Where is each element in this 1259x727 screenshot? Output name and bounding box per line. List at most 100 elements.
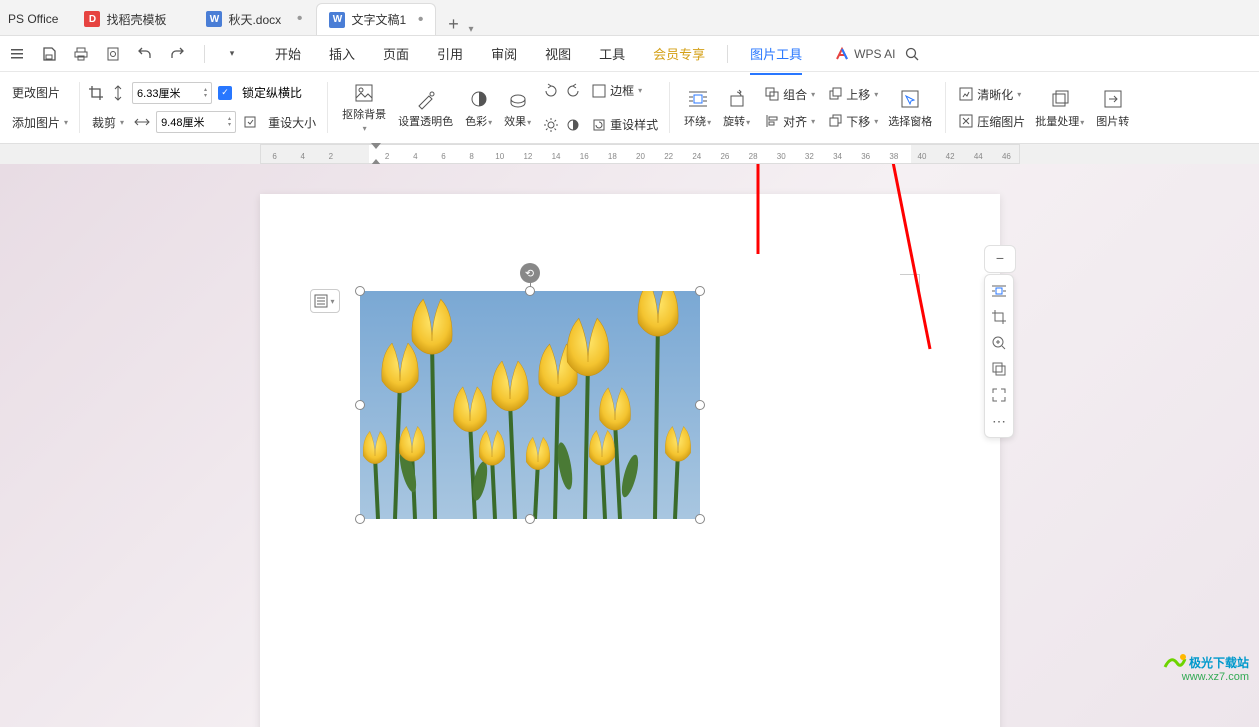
rotate-icon <box>725 87 749 111</box>
effect-icon <box>506 87 530 111</box>
send-backward-button[interactable]: 下移▾ <box>823 111 882 132</box>
set-transparent-button[interactable]: 设置透明色 <box>392 79 459 137</box>
convert-button[interactable]: 图片转 <box>1090 79 1135 137</box>
watermark-text2: www.xz7.com <box>1163 671 1249 683</box>
separator <box>727 45 728 63</box>
horizontal-ruler[interactable]: 6422468101214161820222426283032343638404… <box>260 144 1020 164</box>
change-picture-button[interactable]: 更改图片 <box>8 82 64 103</box>
redo-icon[interactable] <box>168 45 186 63</box>
crop-icon[interactable] <box>88 85 104 101</box>
word-icon: W <box>206 11 222 27</box>
crop-button[interactable]: 裁剪▾ <box>88 112 128 133</box>
border-button[interactable]: 边框▾ <box>587 80 646 101</box>
resize-handle-mr[interactable] <box>695 400 705 410</box>
rotate-left-icon[interactable] <box>543 83 559 99</box>
undo-icon[interactable] <box>136 45 154 63</box>
bring-forward-button[interactable]: 上移▾ <box>823 84 882 105</box>
float-wrap-icon[interactable] <box>987 279 1011 303</box>
ruler-tick: 38 <box>889 152 898 161</box>
tab-bar: PS Office D 找稻壳模板 W 秋天.docx • W 文字文稿1 • … <box>0 0 1259 36</box>
group-button[interactable]: 组合▾ <box>760 84 819 105</box>
resize-handle-tm[interactable] <box>525 286 535 296</box>
resize-handle-bm[interactable] <box>525 514 535 524</box>
menu-view[interactable]: 视图 <box>531 40 585 67</box>
float-zoom-in-icon[interactable] <box>987 331 1011 355</box>
menu-start[interactable]: 开始 <box>261 40 315 67</box>
menu-tools[interactable]: 工具 <box>585 40 639 67</box>
daoke-icon: D <box>84 11 100 27</box>
rotate-handle[interactable]: ⟲ <box>520 263 540 283</box>
tab-templates[interactable]: D 找稻壳模板 <box>72 3 192 35</box>
rotate-right-icon[interactable] <box>565 83 581 99</box>
batch-button[interactable]: 批量处理▾ <box>1029 79 1090 137</box>
reset-style-button[interactable]: 重设样式 <box>587 114 662 135</box>
menu-review[interactable]: 审阅 <box>477 40 531 67</box>
tab-app[interactable]: PS Office <box>0 3 70 35</box>
menu-icon[interactable] <box>8 45 26 63</box>
align-button[interactable]: 对齐▾ <box>760 111 819 132</box>
compress-button[interactable]: 压缩图片 <box>954 111 1029 132</box>
tab-modified-dot: • <box>418 16 424 24</box>
resize-handle-tr[interactable] <box>695 286 705 296</box>
ruler-tick: 36 <box>861 152 870 161</box>
rotate-button[interactable]: 旋转▾ <box>717 79 756 137</box>
float-more-icon[interactable]: ⋯ <box>987 409 1011 433</box>
resize-handle-bl[interactable] <box>355 514 365 524</box>
wrap-button[interactable]: 环绕▾ <box>678 79 717 137</box>
resize-handle-br[interactable] <box>695 514 705 524</box>
ai-icon <box>834 46 850 62</box>
layout-options-button[interactable]: ▾ <box>310 289 340 313</box>
float-crop-icon[interactable] <box>987 305 1011 329</box>
page[interactable]: ▾ <box>260 194 1000 727</box>
lock-ratio-checkbox[interactable]: ✓ <box>218 86 232 100</box>
ruler-tick: 24 <box>692 152 701 161</box>
tab-doc2[interactable]: W 文字文稿1 • <box>316 3 436 35</box>
width-input[interactable]: 9.48厘米▴▾ <box>156 111 236 133</box>
menu-vip[interactable]: 会员专享 <box>639 40 719 67</box>
resize-handle-tl[interactable] <box>355 286 365 296</box>
menu-reference[interactable]: 引用 <box>423 40 477 67</box>
float-fullscreen-icon[interactable] <box>987 383 1011 407</box>
height-input[interactable]: 6.33厘米▴▾ <box>132 82 212 104</box>
batch-icon <box>1048 87 1072 111</box>
tab-doc1[interactable]: W 秋天.docx • <box>194 3 314 35</box>
menu-insert[interactable]: 插入 <box>315 40 369 67</box>
color-button[interactable]: 色彩▾ <box>459 79 498 137</box>
qat-dropdown-icon[interactable]: ▾ <box>223 45 241 63</box>
new-tab-button[interactable]: + <box>438 14 468 35</box>
document-area: ▾ <box>0 164 1259 727</box>
selection-pane-button[interactable]: 选择窗格 <box>882 79 938 137</box>
group-size: 6.33厘米▴▾ ✓ 锁定纵横比 裁剪▾ 9.48厘米▴▾ 重设大小 <box>80 72 328 143</box>
ruler-tick: 42 <box>946 152 955 161</box>
save-icon[interactable] <box>40 45 58 63</box>
clarity-button[interactable]: 清晰化▾ <box>954 84 1029 105</box>
new-tab-dropdown[interactable]: ▾ <box>468 24 488 35</box>
remove-bg-button[interactable]: 抠除背景▾ <box>336 79 392 137</box>
effect-button[interactable]: 效果▾ <box>498 79 537 137</box>
group-arrange: 环绕▾ 旋转▾ 组合▾ 对齐▾ 上移▾ 下移▾ 选择窗格 <box>670 72 946 143</box>
float-replace-icon[interactable] <box>987 357 1011 381</box>
watermark-logo-icon <box>1163 653 1187 671</box>
ruler-tick: 2 <box>385 152 389 161</box>
indent-top-marker[interactable] <box>371 143 381 149</box>
brightness-icon[interactable] <box>543 117 559 133</box>
menu-picture-tools[interactable]: 图片工具 <box>736 40 816 67</box>
ruler-tick: 14 <box>552 152 561 161</box>
ruler-tick: 32 <box>805 152 814 161</box>
height-icon <box>110 85 126 101</box>
up-icon <box>827 86 843 102</box>
zoom-out-button[interactable]: − <box>985 245 1015 271</box>
print-preview-icon[interactable] <box>104 45 122 63</box>
reset-size-button[interactable]: 重设大小 <box>264 112 320 133</box>
group-adjust: 抠除背景▾ 设置透明色 色彩▾ 效果▾ 边框▾ 重设样式 <box>328 72 670 143</box>
contrast-icon[interactable] <box>565 117 581 133</box>
selected-image[interactable]: ⟲ <box>360 291 700 519</box>
menu-page[interactable]: 页面 <box>369 40 423 67</box>
wps-ai-button[interactable]: WPS AI <box>834 46 895 62</box>
resize-handle-ml[interactable] <box>355 400 365 410</box>
menu-items: 开始 插入 页面 引用 审阅 视图 工具 会员专享 图片工具 <box>261 40 816 67</box>
search-icon[interactable] <box>903 45 921 63</box>
print-icon[interactable] <box>72 45 90 63</box>
add-picture-button[interactable]: 添加图片▾ <box>8 112 72 133</box>
word-icon: W <box>329 12 345 28</box>
